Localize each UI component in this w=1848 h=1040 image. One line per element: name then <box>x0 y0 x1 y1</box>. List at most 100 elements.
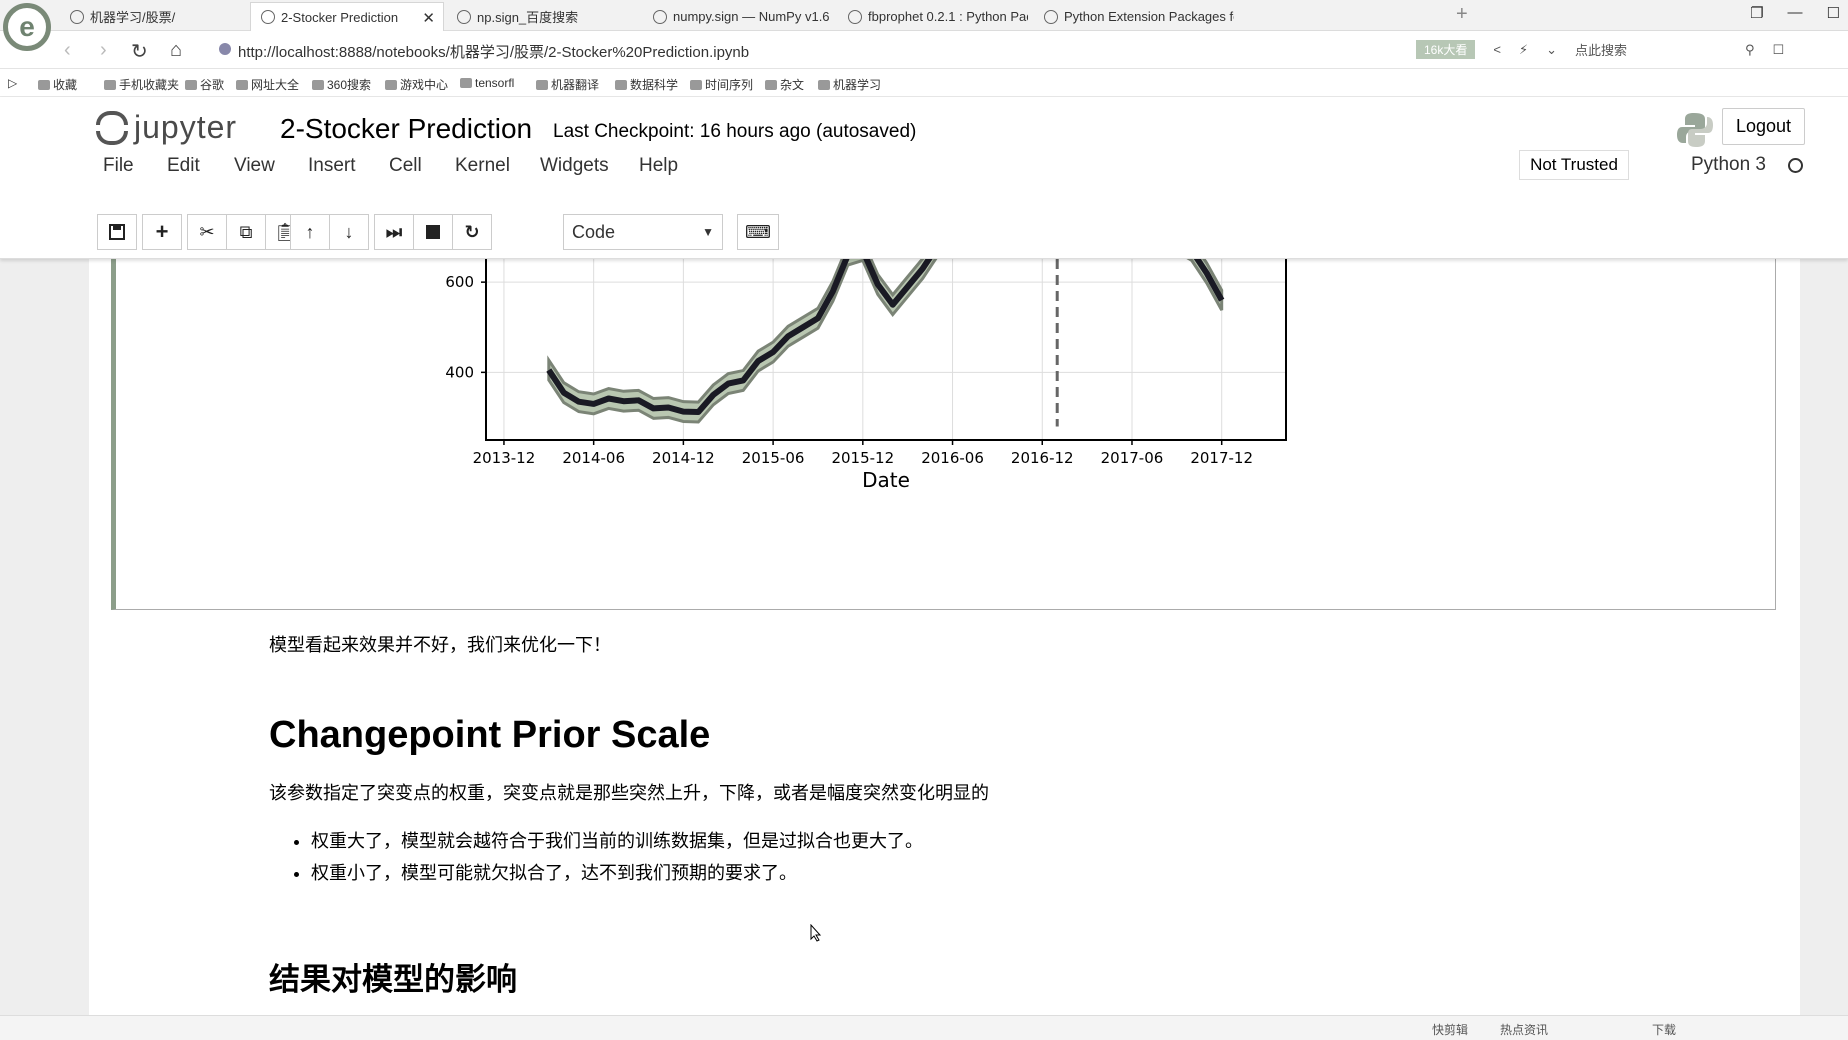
x-tick-label: 2014-06 <box>562 449 625 467</box>
window-controls: ❐ — ☐ <box>1750 4 1840 22</box>
bookmark[interactable]: 收藏 <box>38 76 77 93</box>
chevron-down-icon[interactable]: ⌄ <box>1546 42 1557 58</box>
site-info-icon[interactable] <box>219 43 231 55</box>
menu-edit[interactable]: Edit <box>167 155 200 177</box>
tab-label: numpy.sign — NumPy v1.6 M <box>673 9 833 24</box>
sidebar-toggle-icon[interactable]: ▷ <box>8 76 17 90</box>
jupyter-header: jupyter 2-Stocker Prediction Last Checkp… <box>0 97 1848 259</box>
tab-label: 机器学习/股票/ <box>90 10 176 25</box>
address-bar-tools: 16k大看 < ⚡ ⌄ 点此搜索 ⚲ ☐ <box>1416 40 1784 59</box>
paw-icon <box>457 9 471 24</box>
bookmark[interactable]: 谷歌 <box>185 76 224 93</box>
kernel-name[interactable]: Python 3 <box>1691 154 1766 176</box>
browser-logo-icon[interactable]: e <box>3 3 51 51</box>
address-bar: ‹ › ↻ ⌂ http://localhost:8888/notebooks/… <box>0 31 1848 69</box>
menu-help[interactable]: Help <box>639 155 678 177</box>
command-palette-button[interactable]: ⌨ <box>737 214 779 250</box>
add-cell-button[interactable]: + <box>142 214 182 250</box>
share-icon[interactable]: < <box>1493 42 1501 57</box>
menu-cell[interactable]: Cell <box>389 155 422 177</box>
x-tick-label: 2016-06 <box>921 449 984 467</box>
browser-tab[interactable]: np.sign_百度搜索 <box>447 2 637 31</box>
menu-bar: File Edit View Insert Cell Kernel Widget… <box>98 140 1806 180</box>
markdown-note: 模型看起来效果并不好，我们来优化一下！ <box>269 635 611 656</box>
bookmark[interactable]: 游戏中心 <box>385 76 448 93</box>
bookmarks-bar: ▷ 收藏 手机收藏夹 谷歌 网址大全 360搜索 游戏中心 tensorfl 机… <box>0 69 1848 97</box>
search-hint[interactable]: 点此搜索 <box>1575 40 1627 59</box>
move-down-button[interactable]: ↓ <box>329 214 369 250</box>
maximize-icon[interactable]: ☐ <box>1827 4 1840 22</box>
browser-tab[interactable]: Python Extension Packages fo <box>1034 2 1234 31</box>
url-input[interactable]: http://localhost:8888/notebooks/机器学习/股票/… <box>238 41 749 62</box>
copy-button[interactable]: ⧉ <box>226 214 266 250</box>
list-item: 权重大了，模型就会越符合于我们当前的训练数据集，但是过拟合也更大了。 <box>311 827 1469 853</box>
plus-icon: + <box>155 219 169 244</box>
move-up-button[interactable]: ↑ <box>290 214 330 250</box>
browser-tab-bar: e 机器学习/股票/ 2-Stocker Prediction ✕ np.sig… <box>0 0 1848 51</box>
cell-type-select[interactable]: Code ▼ <box>563 214 723 250</box>
bookmark-folder[interactable]: 杂文 <box>765 76 804 93</box>
reader-icon[interactable]: ☐ <box>1773 42 1785 58</box>
restore-icon[interactable]: ❐ <box>1750 4 1763 22</box>
bookmark-folder[interactable]: 机器学习 <box>818 76 881 93</box>
bookmark-folder[interactable]: 数据科学 <box>615 76 678 93</box>
status-item[interactable]: 快剪辑 <box>1432 1021 1468 1038</box>
browser-tab[interactable]: fbprophet 0.2.1 : Python Pack <box>838 2 1028 31</box>
menu-widgets[interactable]: Widgets <box>540 155 609 177</box>
download-status[interactable]: 下载 <box>1652 1021 1676 1038</box>
status-item[interactable]: 热点资讯 <box>1500 1021 1548 1038</box>
output-cell[interactable]: 2013-12 2014-06 2014-12 2015-06 2015-12 2016-… <box>111 259 1776 610</box>
browser-status-bar: 快剪辑 热点资讯 下载 <box>0 1015 1848 1040</box>
browser-tab-active[interactable]: 2-Stocker Prediction ✕ <box>250 2 444 31</box>
keyboard-icon: ⌨ <box>745 221 771 242</box>
reload-icon[interactable]: ↻ <box>131 39 148 64</box>
browser-tab[interactable]: 机器学习/股票/ <box>60 2 245 31</box>
y-tick-label: 400 <box>445 363 474 381</box>
restart-button[interactable]: ↻ <box>452 214 492 250</box>
menu-file[interactable]: File <box>103 155 134 177</box>
bookmark-folder[interactable]: 机器翻译 <box>536 76 599 93</box>
back-icon[interactable]: ‹ <box>64 39 71 62</box>
y-tick-label: 600 <box>445 273 474 291</box>
hot-badge[interactable]: 16k大看 <box>1416 40 1476 59</box>
bookmark[interactable]: 网址大全 <box>236 76 299 93</box>
minimize-icon[interactable]: — <box>1788 4 1803 22</box>
numpy-icon <box>653 9 667 24</box>
tab-label: np.sign_百度搜索 <box>477 10 579 25</box>
restart-icon: ↻ <box>464 221 480 242</box>
menu-kernel[interactable]: Kernel <box>455 155 510 177</box>
dropdown-caret-icon: ▼ <box>702 225 714 239</box>
bookmark[interactable]: 手机收藏夹 <box>104 76 179 93</box>
menu-insert[interactable]: Insert <box>308 155 356 177</box>
tab-label: fbprophet 0.2.1 : Python Pack <box>868 9 1028 24</box>
save-button[interactable] <box>97 214 137 250</box>
forward-icon[interactable]: › <box>100 39 107 62</box>
cell-type-value: Code <box>572 221 616 242</box>
heading-results-impact: 结果对模型的影响 <box>269 962 517 998</box>
step-forward-icon: ⏭︎ <box>385 221 403 242</box>
search-icon[interactable]: ⚲ <box>1745 42 1755 58</box>
x-axis-label: Date <box>862 468 910 492</box>
stop-icon <box>426 225 440 239</box>
run-button[interactable]: ⏭︎ <box>374 214 414 250</box>
bookmark-folder[interactable]: 时间序列 <box>690 76 753 93</box>
markdown-bullet-list: 权重大了，模型就会越符合于我们当前的训练数据集，但是过拟合也更大了。 权重小了，… <box>269 827 1469 891</box>
home-icon[interactable]: ⌂ <box>170 39 182 62</box>
browser-tab[interactable]: numpy.sign — NumPy v1.6 M <box>643 2 833 31</box>
cut-button[interactable]: ✂ <box>187 214 227 250</box>
copy-icon: ⧉ <box>239 221 253 242</box>
not-trusted-button[interactable]: Not Trusted <box>1519 150 1629 180</box>
heading-changepoint-prior-scale: Changepoint Prior Scale <box>269 714 711 756</box>
x-tick-label: 2015-12 <box>831 449 894 467</box>
tab-label: Python Extension Packages fo <box>1064 9 1234 24</box>
loading-icon <box>261 10 275 24</box>
bookmark-folder[interactable]: tensorfl <box>460 76 514 90</box>
bolt-icon[interactable]: ⚡ <box>1519 42 1528 58</box>
x-tick-label: 2017-06 <box>1101 449 1164 467</box>
bookmark[interactable]: 360搜索 <box>312 76 371 93</box>
interrupt-button[interactable] <box>413 214 453 250</box>
mouse-cursor-icon <box>810 924 822 942</box>
menu-view[interactable]: View <box>234 155 275 177</box>
new-tab-button[interactable]: + <box>1456 3 1468 26</box>
close-tab-icon[interactable]: ✕ <box>422 9 435 27</box>
